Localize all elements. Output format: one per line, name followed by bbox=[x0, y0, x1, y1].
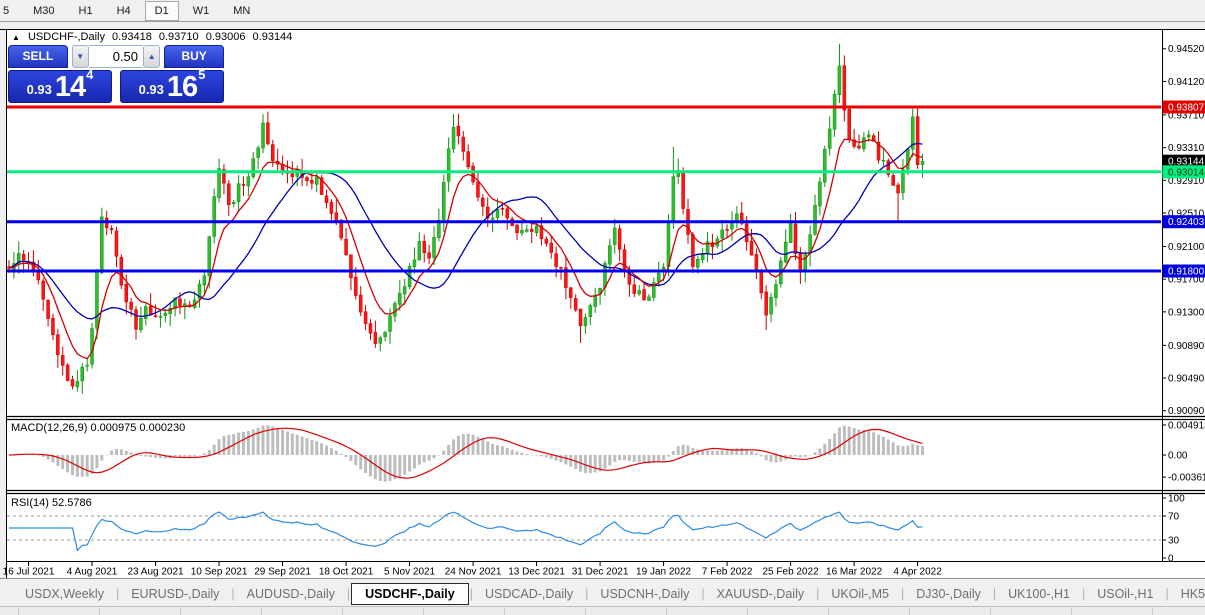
status-bar-separator bbox=[261, 608, 262, 615]
svg-text:0.90490: 0.90490 bbox=[1168, 374, 1205, 385]
svg-text:100: 100 bbox=[1168, 494, 1185, 505]
status-bar-separator bbox=[1071, 608, 1072, 615]
buy-button[interactable]: BUY bbox=[164, 45, 224, 68]
chart-tab-uk100[interactable]: UK100-,H1 bbox=[997, 584, 1081, 604]
timeframe-button-w1[interactable]: W1 bbox=[183, 1, 220, 21]
svg-text:0.93014: 0.93014 bbox=[1168, 167, 1205, 178]
timeframe-button-d1[interactable]: D1 bbox=[145, 1, 179, 21]
ask-price-point: 5 bbox=[198, 60, 205, 90]
volume-input[interactable]: 0.50 bbox=[89, 45, 143, 68]
sell-button[interactable]: SELL bbox=[8, 45, 68, 68]
status-bar-separator bbox=[1152, 608, 1153, 615]
collapse-triangle-icon[interactable]: ▲ bbox=[12, 33, 20, 42]
svg-text:0.93310: 0.93310 bbox=[1168, 143, 1205, 154]
svg-text:30: 30 bbox=[1168, 536, 1180, 547]
svg-text:0.90090: 0.90090 bbox=[1168, 406, 1205, 417]
chart-tab-hk50[interactable]: HK50-,H1 bbox=[1170, 584, 1205, 604]
status-bar-separator bbox=[747, 608, 748, 615]
chart-tabs-bar: USDX,Weekly|EURUSD-,Daily|AUDUSD-,Daily|… bbox=[0, 581, 1205, 606]
rsi-label: RSI(14) 52.5786 bbox=[11, 497, 92, 509]
svg-text:0.004913: 0.004913 bbox=[1168, 421, 1205, 432]
bid-price-pips: 14 bbox=[55, 74, 85, 100]
status-bar-separator bbox=[423, 608, 424, 615]
date-axis-label: 19 Jan 2022 bbox=[636, 567, 691, 578]
svg-text:0.90890: 0.90890 bbox=[1168, 341, 1205, 352]
volume-increase-button[interactable]: ▲ bbox=[143, 45, 160, 68]
timeframe-button-5[interactable]: 5 bbox=[0, 1, 19, 21]
timeframe-button-mn[interactable]: MN bbox=[223, 1, 260, 21]
ask-price-prefix: 0.93 bbox=[139, 80, 164, 100]
svg-text:0.94120: 0.94120 bbox=[1168, 77, 1205, 88]
svg-text:70: 70 bbox=[1168, 512, 1180, 523]
chart-ohlc-header: ▲ USDCHF-,Daily 0.93418 0.93710 0.93006 … bbox=[12, 31, 296, 43]
ohlc-high: 0.93710 bbox=[159, 31, 199, 43]
status-bar-separator bbox=[666, 608, 667, 615]
price-badge: 0.92403 bbox=[1163, 215, 1205, 228]
chart-tab-usoil[interactable]: USOil-,H1 bbox=[1086, 584, 1164, 604]
svg-text:0.93807: 0.93807 bbox=[1168, 103, 1205, 114]
ohlc-low: 0.93006 bbox=[206, 31, 246, 43]
status-bar-separator bbox=[585, 608, 586, 615]
ask-price-display[interactable]: 0.93 16 5 bbox=[120, 70, 224, 103]
timeframe-button-m30[interactable]: M30 bbox=[23, 1, 64, 21]
date-axis-label: 4 Apr 2022 bbox=[893, 567, 942, 578]
date-axis-label: 23 Aug 2021 bbox=[127, 567, 184, 578]
chart-tab-usdcnh[interactable]: USDCNH-,Daily bbox=[589, 584, 700, 604]
ohlc-close: 0.93144 bbox=[253, 31, 293, 43]
status-bar-separator bbox=[990, 608, 991, 615]
date-axis-label: 4 Aug 2021 bbox=[67, 567, 118, 578]
one-click-trading-panel: SELL ▼ 0.50 ▲ BUY 0.93 14 4 0.93 16 5 bbox=[8, 45, 224, 103]
price-badge: 0.91800 bbox=[1163, 265, 1205, 278]
date-axis-label: 16 Mar 2022 bbox=[826, 567, 883, 578]
price-badge: 0.93807 bbox=[1163, 101, 1205, 114]
date-axis-label: 18 Oct 2021 bbox=[319, 567, 374, 578]
macd-label: MACD(12,26,9) 0.000975 0.000230 bbox=[11, 422, 185, 434]
svg-text:0.92100: 0.92100 bbox=[1168, 242, 1205, 253]
svg-text:0: 0 bbox=[1168, 554, 1174, 565]
date-axis-label: 24 Nov 2021 bbox=[445, 567, 502, 578]
svg-text:0.91800: 0.91800 bbox=[1168, 267, 1205, 278]
date-axis-label: 16 Jul 2021 bbox=[3, 567, 55, 578]
date-axis-label: 7 Feb 2022 bbox=[702, 567, 753, 578]
status-bar-separator bbox=[99, 608, 100, 615]
ohlc-open: 0.93418 bbox=[112, 31, 152, 43]
status-bar-separator bbox=[828, 608, 829, 615]
date-axis-label: 5 Nov 2021 bbox=[384, 567, 436, 578]
chart-tab-eurusd[interactable]: EURUSD-,Daily bbox=[120, 584, 230, 604]
timeframe-button-h1[interactable]: H1 bbox=[69, 1, 103, 21]
chart-symbol-title: USDCHF-,Daily bbox=[28, 31, 105, 43]
chart-tab-audusd[interactable]: AUDUSD-,Daily bbox=[236, 584, 346, 604]
date-axis-label: 31 Dec 2021 bbox=[572, 567, 629, 578]
date-axis-label: 10 Sep 2021 bbox=[191, 567, 248, 578]
date-axis-label: 25 Feb 2022 bbox=[763, 567, 820, 578]
svg-text:-0.003617: -0.003617 bbox=[1168, 473, 1205, 484]
svg-text:0.92403: 0.92403 bbox=[1168, 217, 1205, 228]
bid-price-prefix: 0.93 bbox=[27, 80, 52, 100]
timeframe-button-h4[interactable]: H4 bbox=[107, 1, 141, 21]
status-bar-separator bbox=[504, 608, 505, 615]
chart-tab-usdcad[interactable]: USDCAD-,Daily bbox=[474, 584, 584, 604]
status-bar-separator bbox=[18, 608, 19, 615]
ask-price-pips: 16 bbox=[167, 74, 197, 100]
date-axis-label: 13 Dec 2021 bbox=[508, 567, 565, 578]
chart-tab-usdchf[interactable]: USDCHF-,Daily bbox=[351, 583, 469, 605]
bid-price-point: 4 bbox=[86, 60, 93, 90]
chart-tab-usdx[interactable]: USDX,Weekly bbox=[14, 584, 115, 604]
svg-text:0.00: 0.00 bbox=[1168, 451, 1188, 462]
svg-text:0.91300: 0.91300 bbox=[1168, 307, 1205, 318]
price-chart-canvas[interactable]: 0.945200.941200.937100.933100.929100.925… bbox=[0, 22, 1205, 580]
status-bar-separator bbox=[180, 608, 181, 615]
svg-text:0.94520: 0.94520 bbox=[1168, 44, 1205, 55]
timeframe-toolbar: 5M30H1H4D1W1MN bbox=[0, 0, 1205, 22]
chart-tab-xauusd[interactable]: XAUUSD-,Daily bbox=[706, 584, 816, 604]
status-bar-separator bbox=[909, 608, 910, 615]
chart-tab-ukoil[interactable]: UKOil-,M5 bbox=[820, 584, 900, 604]
bid-price-display[interactable]: 0.93 14 4 bbox=[8, 70, 112, 103]
chart-tab-dj30[interactable]: DJ30-,Daily bbox=[905, 584, 992, 604]
mt4-window: 5M30H1H4D1W1MN 0.945200.941200.937100.93… bbox=[0, 0, 1205, 615]
date-axis-label: 29 Sep 2021 bbox=[254, 567, 311, 578]
status-bar-separator bbox=[342, 608, 343, 615]
status-bar bbox=[0, 606, 1205, 615]
price-badge: 0.93014 bbox=[1163, 165, 1205, 178]
